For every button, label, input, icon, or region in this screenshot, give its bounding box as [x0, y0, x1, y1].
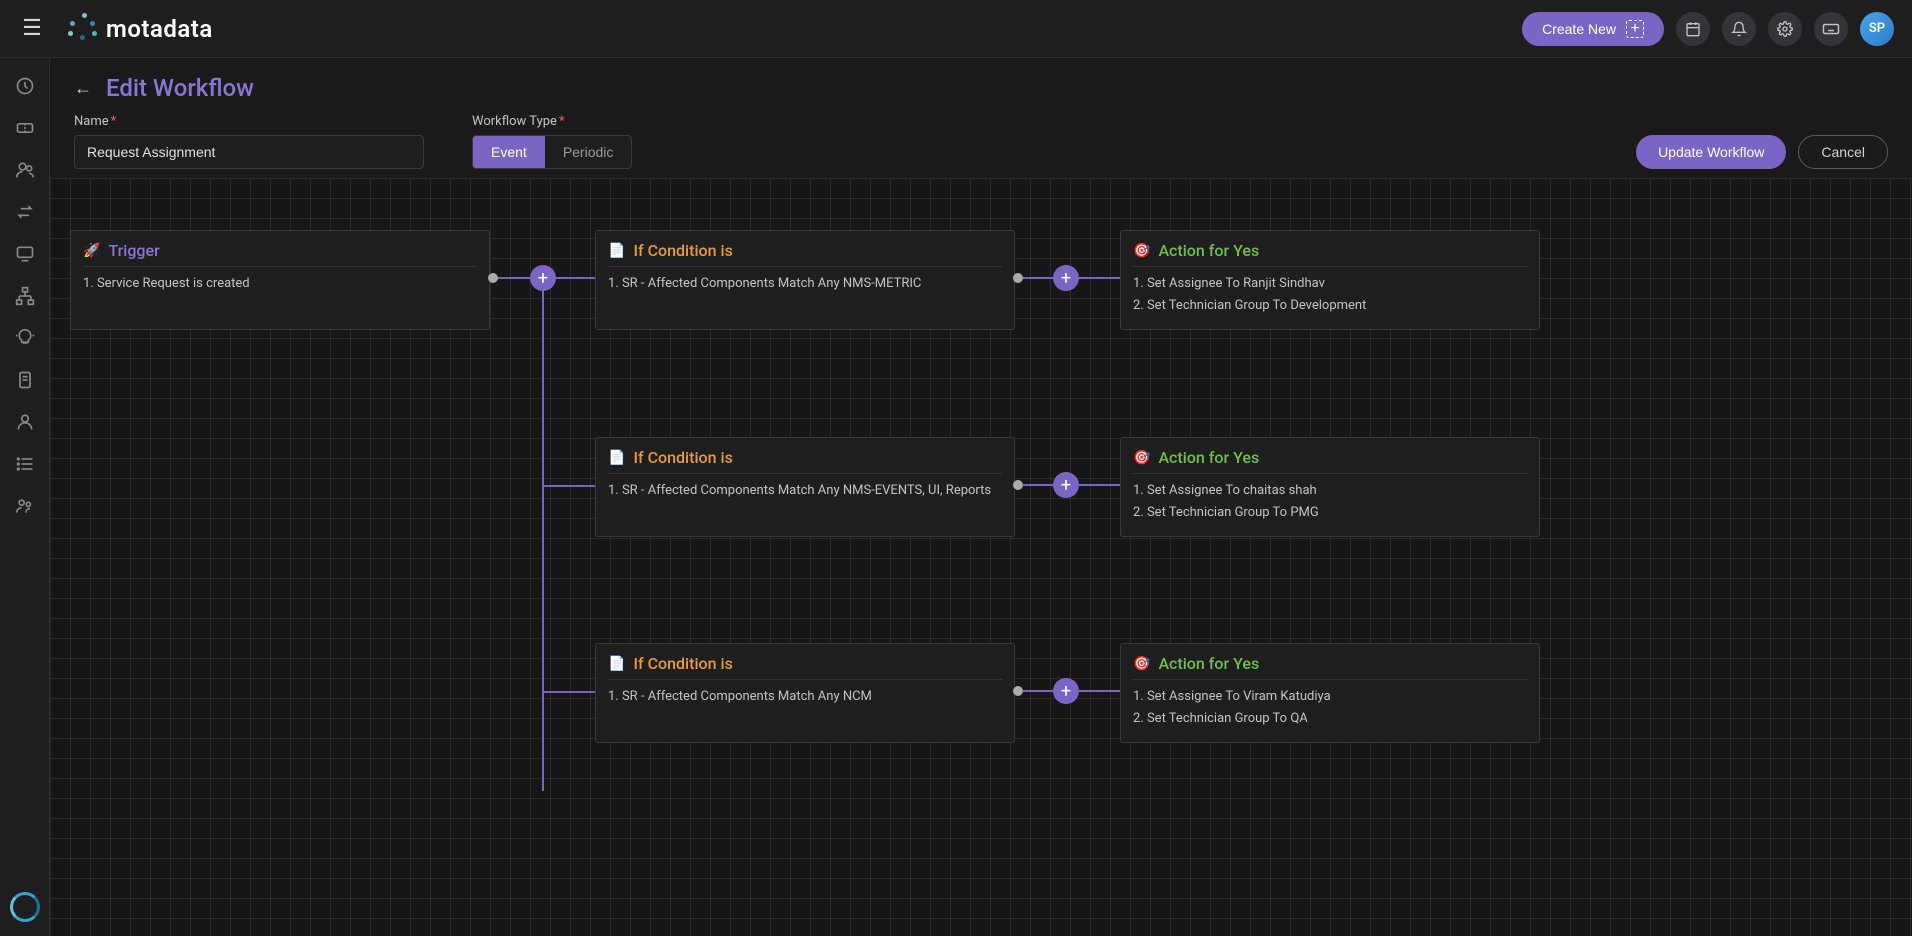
cancel-button[interactable]: Cancel: [1798, 135, 1888, 169]
page-title: Edit Workflow: [106, 74, 254, 102]
workflow-canvas[interactable]: 🚀 Trigger 1. Service Request is created …: [50, 178, 1912, 936]
act3-title: Action for Yes: [1158, 654, 1259, 673]
connector-line: [1023, 484, 1053, 486]
spinner-icon[interactable]: [10, 892, 40, 922]
connector-line: [1023, 277, 1053, 279]
trigger-node[interactable]: 🚀 Trigger 1. Service Request is created: [70, 230, 490, 330]
connector-line: [1079, 484, 1120, 486]
app-header: ☰ motadata Create New + SP: [0, 0, 1912, 58]
target-icon: 🎯: [1133, 656, 1150, 672]
cond2-line1: 1. SR - Affected Components Match Any NM…: [608, 480, 1002, 502]
document-icon: 📄: [608, 656, 625, 672]
act1-title: Action for Yes: [1158, 241, 1259, 260]
workflow-type-toggle: Event Periodic: [472, 135, 632, 169]
bell-icon[interactable]: [1722, 12, 1756, 46]
document-icon: 📄: [608, 243, 625, 259]
users-icon[interactable]: [13, 158, 37, 182]
connector-line: [542, 485, 595, 487]
logo-dots-icon: [68, 13, 100, 45]
act2-line1: 1. Set Assignee To chaitas shah: [1133, 480, 1527, 502]
cond1-line1: 1. SR - Affected Components Match Any NM…: [608, 273, 1002, 295]
connector-line: [1079, 277, 1120, 279]
name-field: Name*: [74, 114, 424, 169]
add-branch-button-1[interactable]: +: [530, 265, 556, 291]
sidebar: [0, 58, 50, 936]
update-workflow-button[interactable]: Update Workflow: [1636, 135, 1786, 169]
connector-line: [556, 277, 595, 279]
name-label: Name*: [74, 114, 424, 129]
connector-line: [1023, 690, 1053, 692]
act3-line2: 2. Set Technician Group To QA: [1133, 708, 1527, 730]
cond3-title: If Condition is: [633, 654, 732, 673]
condition-node-3[interactable]: 📄 If Condition is 1. SR - Affected Compo…: [595, 643, 1015, 743]
target-icon: 🎯: [1133, 243, 1150, 259]
name-input[interactable]: [74, 135, 424, 169]
calendar-icon[interactable]: [1676, 12, 1710, 46]
act1-line2: 2. Set Technician Group To Development: [1133, 295, 1527, 317]
toolbar: ← Edit Workflow Name* Workflow Type* Eve…: [50, 58, 1912, 179]
avatar-initials: SP: [1869, 21, 1885, 36]
content: ← Edit Workflow Name* Workflow Type* Eve…: [50, 58, 1912, 936]
add-action-button-1[interactable]: +: [1053, 265, 1079, 291]
act2-title: Action for Yes: [1158, 448, 1259, 467]
type-event-button[interactable]: Event: [473, 136, 545, 168]
plus-icon: +: [1626, 20, 1644, 38]
list-icon[interactable]: [13, 452, 37, 476]
document-icon: 📄: [608, 450, 625, 466]
connector-dot: [1013, 273, 1023, 283]
condition-node-2[interactable]: 📄 If Condition is 1. SR - Affected Compo…: [595, 437, 1015, 537]
person-icon[interactable]: [13, 410, 37, 434]
connector-line: [1079, 690, 1120, 692]
action-node-3[interactable]: 🎯 Action for Yes 1. Set Assignee To Vira…: [1120, 643, 1540, 743]
monitor-icon[interactable]: [13, 242, 37, 266]
act1-line1: 1. Set Assignee To Ranjit Sindhav: [1133, 273, 1527, 295]
rocket-icon: 🚀: [83, 243, 100, 259]
header-right: Create New + SP: [1522, 12, 1894, 46]
logo[interactable]: motadata: [68, 13, 213, 45]
act2-line2: 2. Set Technician Group To PMG: [1133, 502, 1527, 524]
action-node-2[interactable]: 🎯 Action for Yes 1. Set Assignee To chai…: [1120, 437, 1540, 537]
back-arrow-icon[interactable]: ←: [74, 78, 92, 99]
logo-text: motadata: [106, 15, 213, 43]
create-new-label: Create New: [1542, 21, 1616, 37]
cond3-line1: 1. SR - Affected Components Match Any NC…: [608, 686, 1002, 708]
user-avatar[interactable]: SP: [1860, 12, 1894, 46]
cond1-title: If Condition is: [633, 241, 732, 260]
dashboard-icon[interactable]: [13, 74, 37, 98]
action-buttons: Update Workflow Cancel: [1636, 135, 1888, 169]
add-action-button-3[interactable]: +: [1053, 678, 1079, 704]
people-icon[interactable]: [13, 494, 37, 518]
act3-line1: 1. Set Assignee To Viram Katudiya: [1133, 686, 1527, 708]
trigger-title: Trigger: [108, 241, 159, 260]
connector-line: [542, 691, 595, 693]
connector-dot: [488, 273, 498, 283]
ticket-icon[interactable]: [13, 116, 37, 140]
document-icon[interactable]: [13, 368, 37, 392]
cond2-title: If Condition is: [633, 448, 732, 467]
create-new-button[interactable]: Create New +: [1522, 12, 1664, 46]
menu-icon[interactable]: ☰: [18, 16, 46, 41]
action-node-1[interactable]: 🎯 Action for Yes 1. Set Assignee To Ranj…: [1120, 230, 1540, 330]
lightbulb-icon[interactable]: [13, 326, 37, 350]
target-icon: 🎯: [1133, 450, 1150, 466]
condition-node-1[interactable]: 📄 If Condition is 1. SR - Affected Compo…: [595, 230, 1015, 330]
gear-icon[interactable]: [1768, 12, 1802, 46]
connector-dot: [1013, 480, 1023, 490]
exchange-icon[interactable]: [13, 200, 37, 224]
sitemap-icon[interactable]: [13, 284, 37, 308]
trigger-line1: 1. Service Request is created: [83, 273, 477, 295]
workflow-type-label: Workflow Type*: [472, 114, 632, 129]
keyboard-icon[interactable]: [1814, 12, 1848, 46]
type-periodic-button[interactable]: Periodic: [545, 136, 632, 168]
add-action-button-2[interactable]: +: [1053, 472, 1079, 498]
connector-dot: [1013, 686, 1023, 696]
connector-line: [542, 291, 544, 791]
workflow-type-field: Workflow Type* Event Periodic: [472, 114, 632, 169]
connector-line: [498, 277, 530, 279]
